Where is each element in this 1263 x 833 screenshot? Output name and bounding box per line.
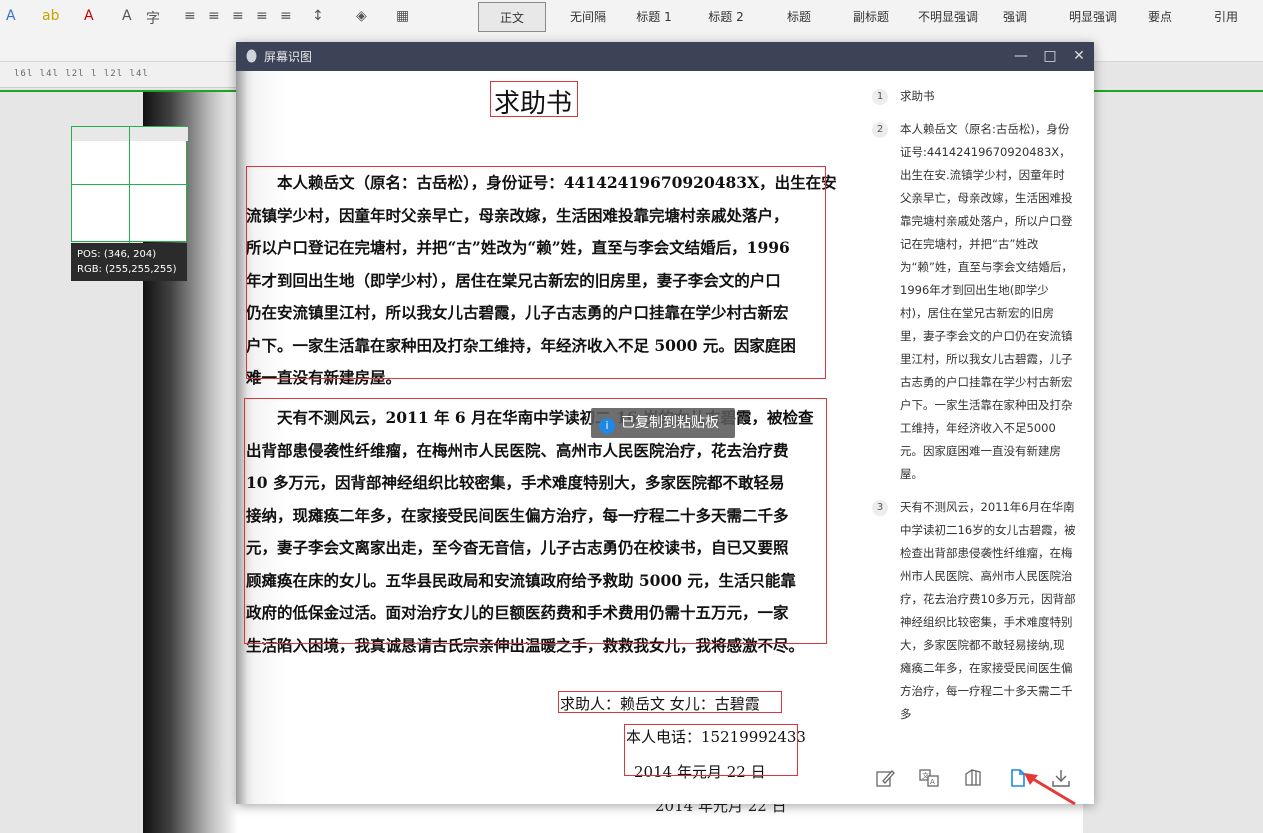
style-subtitle[interactable]: 副标题 — [842, 2, 900, 32]
table-icon[interactable] — [962, 767, 984, 789]
align-center-icon[interactable]: ≡ — [208, 8, 220, 24]
screen-ocr-dialog: 屏幕识图 — □ ✕ 求助书 本人赖岳文（原名：古岳松），身份证号：441424… — [236, 42, 1094, 804]
dialog-title: 屏幕识图 — [264, 50, 313, 64]
scanned-image: 求助书 本人赖岳文（原名：古岳松），身份证号：441424196709204​8… — [236, 71, 854, 804]
translate-icon[interactable]: 文 A — [918, 767, 940, 789]
close-button[interactable]: ✕ — [1068, 45, 1090, 67]
style-quote[interactable]: 引用 — [1206, 2, 1246, 32]
edit-icon[interactable] — [874, 767, 896, 789]
minimize-button[interactable]: — — [1010, 45, 1032, 67]
rgb-value: (255,255,255) — [105, 264, 177, 275]
justify-icon[interactable]: ≡ — [256, 8, 268, 24]
copied-toast: i 已复制到粘贴板 — [591, 408, 735, 438]
char-shading-icon[interactable]: A — [122, 8, 132, 24]
style-title[interactable]: 标题 — [772, 2, 826, 32]
magnifier-preview — [71, 126, 188, 243]
line-spacing-icon[interactable]: ↕ — [312, 8, 324, 24]
style-heading2[interactable]: 标题 2 — [698, 2, 754, 32]
align-left-icon[interactable]: ≡ — [184, 8, 196, 24]
highlight-icon[interactable]: ab — [42, 8, 59, 24]
pos-value: (346, 204) — [103, 249, 157, 260]
align-right-icon[interactable]: ≡ — [232, 8, 244, 24]
penguin-icon — [246, 49, 257, 63]
magnifier-info: POS: (346, 204) RGB: (255,255,255) — [71, 243, 187, 281]
borders-icon[interactable]: ▦ — [396, 8, 409, 24]
result-item[interactable]: 1 求助书 — [854, 85, 1094, 108]
font-color-icon[interactable]: A — [84, 8, 94, 24]
toast-text: 已复制到粘贴板 — [621, 415, 719, 431]
annotation-arrow-icon — [1024, 773, 1076, 806]
style-subtle-emphasis[interactable]: 不明显强调 — [908, 2, 988, 32]
svg-text:文: 文 — [922, 771, 929, 780]
result-number: 1 — [872, 89, 888, 105]
style-strong[interactable]: 要点 — [1140, 2, 1180, 32]
result-text[interactable]: 本人赖岳文（原名:古岳松)，身份证号:44142419670920483X，出生… — [900, 122, 1073, 481]
style-intense-emphasis[interactable]: 明显强调 — [1056, 2, 1130, 32]
svg-text:A: A — [930, 778, 935, 786]
dialog-titlebar[interactable]: 屏幕识图 — □ ✕ — [236, 42, 1094, 71]
ocr-box-contact[interactable] — [624, 724, 798, 776]
rgb-label: RGB: — [77, 264, 102, 275]
maximize-button[interactable]: □ — [1039, 45, 1061, 67]
pos-label: POS: — [77, 249, 101, 260]
ocr-box-paragraph-2[interactable] — [244, 398, 827, 644]
result-item[interactable]: 3 天有不测风云，2011年6月在华南中学读初二16岁的女儿古碧霞，被检查出背部… — [854, 496, 1094, 726]
enclosed-char-icon[interactable]: 字 — [146, 8, 160, 28]
ocr-result-panel: 1 求助书 2 本人赖岳文（原名:古岳松)，身份证号:4414241967092… — [854, 71, 1094, 749]
distributed-icon[interactable]: ≡ — [280, 8, 292, 24]
crosshair-vertical — [129, 127, 130, 243]
result-number: 2 — [872, 122, 888, 138]
crosshair-horizontal — [72, 184, 188, 185]
info-icon: i — [599, 418, 615, 434]
style-emphasis[interactable]: 强调 — [994, 2, 1036, 32]
magnifier-strip — [72, 127, 188, 141]
result-number: 3 — [872, 500, 888, 516]
result-text[interactable]: 天有不测风云，2011年6月在华南中学读初二16岁的女儿古碧霞，被检查出背部患侵… — [900, 500, 1076, 721]
result-item[interactable]: 2 本人赖岳文（原名:古岳松)，身份证号:44142419670920483X，… — [854, 118, 1094, 486]
text-effect-icon[interactable]: A — [6, 8, 16, 24]
ocr-box-heading[interactable] — [490, 81, 578, 117]
style-heading1[interactable]: 标题 1 — [626, 2, 682, 32]
shading-icon[interactable]: ◈ — [356, 8, 367, 24]
style-no-spacing[interactable]: 无间隔 — [556, 2, 620, 32]
ocr-box-paragraph-1[interactable] — [246, 166, 826, 379]
style-normal[interactable]: 正文 — [478, 2, 546, 32]
result-text[interactable]: 求助书 — [900, 89, 935, 103]
horizontal-ruler[interactable]: l6l l4l l2l l l2l l4l — [0, 62, 240, 88]
ocr-box-signature[interactable] — [558, 691, 782, 713]
